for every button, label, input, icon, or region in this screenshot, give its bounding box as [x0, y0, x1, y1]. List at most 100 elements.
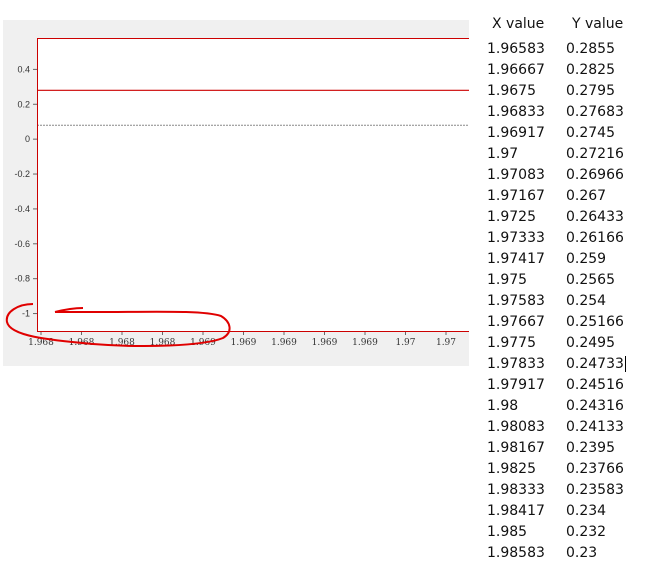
table-row[interactable]: 1.97167 0.267 — [486, 185, 654, 206]
cell-x-value[interactable]: 1.97583 — [486, 293, 566, 309]
cell-y-value[interactable]: 0.23766 — [566, 461, 646, 477]
cell-x-value[interactable]: 1.9775 — [486, 335, 566, 351]
cell-y-text: 0.26966 — [566, 166, 624, 183]
table-row[interactable]: 1.9725 0.26433 — [486, 206, 654, 227]
table-row[interactable]: 1.9775 0.2495 — [486, 332, 654, 353]
table-row[interactable]: 1.98167 0.2395 — [486, 437, 654, 458]
y-tick-label: -0.4 — [14, 204, 30, 214]
cell-x-value[interactable]: 1.9725 — [486, 209, 566, 225]
chart-svg: 0.40.20-0.2-0.4-0.6-0.8-1 1.968 1.968 1.96… — [5, 38, 469, 348]
table-row[interactable]: 1.97333 0.26166 — [486, 227, 654, 248]
cell-y-value[interactable]: 0.2795 — [566, 83, 646, 99]
cell-x-value[interactable]: 1.98417 — [486, 503, 566, 519]
table-row[interactable]: 1.97083 0.26966 — [486, 164, 654, 185]
cell-x-value[interactable]: 1.96667 — [486, 62, 566, 78]
cell-x-value[interactable]: 1.96917 — [486, 125, 566, 141]
column-header-y[interactable]: Y value — [566, 16, 646, 32]
cell-y-text: 0.25166 — [566, 313, 624, 330]
cell-x-value[interactable]: 1.98 — [486, 398, 566, 414]
table-row[interactable]: 1.975 0.2565 — [486, 269, 654, 290]
cell-x-value[interactable]: 1.97417 — [486, 251, 566, 267]
cell-x-value[interactable]: 1.97917 — [486, 377, 566, 393]
table-row[interactable]: 1.97 0.27216 — [486, 143, 654, 164]
table-row[interactable]: 1.97417 0.259 — [486, 248, 654, 269]
cell-x-value[interactable]: 1.96833 — [486, 104, 566, 120]
cell-x-value[interactable]: 1.97 — [486, 146, 566, 162]
table-row[interactable]: 1.98333 0.23583 — [486, 479, 654, 500]
cell-y-value[interactable]: 0.2565 — [566, 272, 646, 288]
cell-y-text: 0.27216 — [566, 145, 624, 162]
table-row[interactable]: 1.98417 0.234 — [486, 500, 654, 521]
cell-y-text: 0.2825 — [566, 61, 615, 78]
cell-x-value[interactable]: 1.98167 — [486, 440, 566, 456]
x-tick-label: 1.969 — [271, 338, 297, 348]
cell-y-value[interactable]: 0.2855 — [566, 41, 646, 57]
table-row[interactable]: 1.98083 0.24133 — [486, 416, 654, 437]
x-axis: 1.968 1.968 1.968 1.968 1.969 1.969 1.969 1.969… — [28, 331, 456, 348]
cell-y-value[interactable]: 0.27216 — [566, 146, 646, 162]
cell-y-value[interactable]: 0.267 — [566, 188, 646, 204]
cell-y-value[interactable]: 0.254 — [566, 293, 646, 309]
cell-y-value[interactable]: 0.26966 — [566, 167, 646, 183]
table-row[interactable]: 1.97583 0.254 — [486, 290, 654, 311]
table-row[interactable]: 1.97667 0.25166 — [486, 311, 654, 332]
cell-y-text: 0.26166 — [566, 229, 624, 246]
cell-y-value[interactable]: 0.2745 — [566, 125, 646, 141]
cell-x-value[interactable]: 1.97833 — [486, 356, 566, 372]
cell-y-text: 0.232 — [566, 523, 607, 540]
cell-x-value[interactable]: 1.97667 — [486, 314, 566, 330]
cell-y-value[interactable]: 0.24516 — [566, 377, 646, 393]
cell-y-value[interactable]: 0.23583 — [566, 482, 646, 498]
cell-y-value[interactable]: 0.25166 — [566, 314, 646, 330]
cell-x-value[interactable]: 1.975 — [486, 272, 566, 288]
table-row[interactable]: 1.96583 0.2855 — [486, 38, 654, 59]
cell-x-value[interactable]: 1.98333 — [486, 482, 566, 498]
cell-x-value[interactable]: 1.985 — [486, 524, 566, 540]
table-row[interactable]: 1.97917 0.24516 — [486, 374, 654, 395]
table-row[interactable]: 1.97833 0.24733 — [486, 353, 654, 374]
cell-x-value[interactable]: 1.98083 — [486, 419, 566, 435]
x-tick-label: 1.97 — [436, 338, 456, 348]
plot-area[interactable] — [37, 38, 469, 331]
y-tick-label: 0.2 — [17, 99, 30, 109]
cell-y-value[interactable]: 0.26433 — [566, 209, 646, 225]
cell-y-value[interactable]: 0.24133 — [566, 419, 646, 435]
table-header: X value Y value — [486, 10, 654, 38]
cell-y-text: 0.23583 — [566, 481, 624, 498]
column-header-x[interactable]: X value — [486, 16, 566, 32]
chart-panel: 0.4 0.2 0 -0.2 -0.4 -0.6 -0.8 -1 1.968 1.968 1.96… — [3, 20, 469, 366]
table-row[interactable]: 1.98 0.24316 — [486, 395, 654, 416]
cell-y-value[interactable]: 0.26166 — [566, 230, 646, 246]
cell-y-value[interactable]: 0.234 — [566, 503, 646, 519]
table-row[interactable]: 1.9825 0.23766 — [486, 458, 654, 479]
cell-y-value[interactable]: 0.27683 — [566, 104, 646, 120]
table-row[interactable]: 1.96833 0.27683 — [486, 101, 654, 122]
cell-x-value[interactable]: 1.9825 — [486, 461, 566, 477]
table-row[interactable]: 1.985 0.232 — [486, 521, 654, 542]
cell-y-value[interactable]: 0.259 — [566, 251, 646, 267]
x-tick-label: 1.97 — [395, 338, 415, 348]
cell-y-value[interactable]: 0.2395 — [566, 440, 646, 456]
cell-x-value[interactable]: 1.9675 — [486, 83, 566, 99]
cell-y-value[interactable]: 0.2495 — [566, 335, 646, 351]
table-row[interactable]: 1.96667 0.2825 — [486, 59, 654, 80]
x-tick-label: 1.969 — [312, 338, 338, 348]
cell-x-value[interactable]: 1.97083 — [486, 167, 566, 183]
cell-y-text: 0.234 — [566, 502, 607, 519]
cell-x-value[interactable]: 1.96583 — [486, 41, 566, 57]
cell-x-value[interactable]: 1.97167 — [486, 188, 566, 204]
cell-x-value[interactable]: 1.97333 — [486, 230, 566, 246]
cell-y-value[interactable]: 0.24733 — [566, 355, 646, 372]
cell-y-value[interactable]: 0.24316 — [566, 398, 646, 414]
table-row[interactable]: 1.98583 0.23 — [486, 542, 654, 563]
x-tick-label: 1.969 — [231, 338, 257, 348]
table-row[interactable]: 1.9675 0.2795 — [486, 80, 654, 101]
cell-x-value[interactable]: 1.98583 — [486, 545, 566, 561]
cell-y-text: 0.24133 — [566, 418, 624, 435]
cell-y-value[interactable]: 0.2825 — [566, 62, 646, 78]
cell-y-text: 0.24316 — [566, 397, 624, 414]
cell-y-value[interactable]: 0.232 — [566, 524, 646, 540]
table-row[interactable]: 1.96917 0.2745 — [486, 122, 654, 143]
cell-y-value[interactable]: 0.23 — [566, 545, 646, 561]
cell-y-text: 0.254 — [566, 292, 607, 309]
